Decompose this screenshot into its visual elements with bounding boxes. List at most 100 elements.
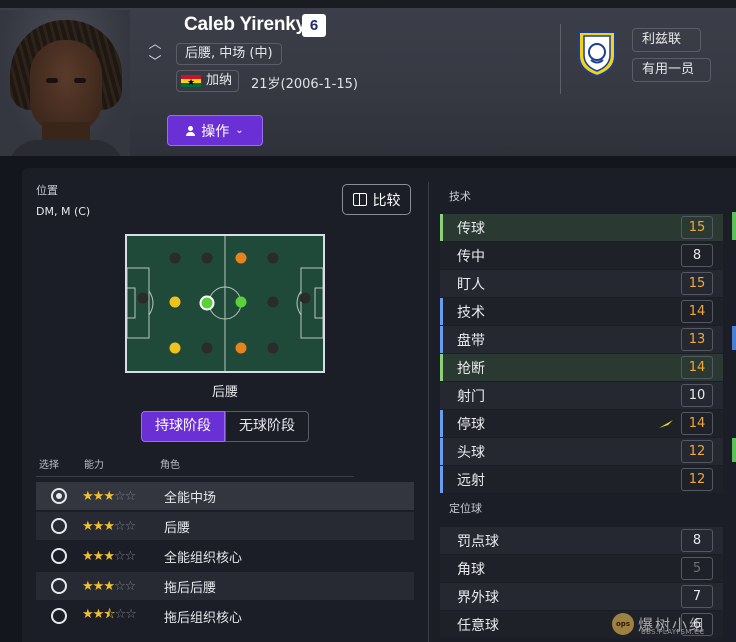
role-name: 拖后后腰 (164, 580, 217, 596)
player-nav-arrows: ︿ ﹀ (146, 36, 164, 76)
person-icon (186, 125, 196, 136)
leeds-crest-icon[interactable] (577, 30, 617, 78)
pitch-dot-amc (201, 252, 213, 264)
key-attribute-marker (440, 214, 443, 241)
attribute-name: 罚点球 (457, 533, 499, 550)
role-stars: ★★★☆☆ (82, 578, 136, 594)
attribute-name: 技术 (457, 304, 485, 321)
role-radio[interactable] (51, 578, 67, 594)
attribute-value: 15 (681, 216, 713, 239)
position-value: DM, M (C) (36, 205, 91, 218)
watermark: ops 爆树小组 BBS.PLAYFSM.CC (612, 606, 736, 642)
role-row[interactable]: ★★⯪☆☆ 拖后组织核心 (36, 602, 414, 630)
attribute-name: 盯人 (457, 276, 485, 293)
pitch-graphic (127, 236, 323, 371)
role-row[interactable]: ★★★☆☆ 拖后后腰 (36, 572, 414, 600)
role-row[interactable]: ★★★☆☆ 全能中场 (36, 482, 414, 510)
player-photo (0, 10, 130, 156)
pitch-dot-dc (201, 342, 213, 354)
attribute-row[interactable]: 头球 12 (440, 438, 723, 465)
pitch-dot-lw (169, 252, 181, 264)
pitch-dot-mc (235, 296, 247, 308)
attribute-value: 14 (681, 300, 713, 323)
attribute-row[interactable]: 射门 10 (440, 382, 723, 409)
action-button[interactable]: 操作 ⌄ (167, 115, 263, 146)
compare-button[interactable]: 比较 (342, 184, 411, 215)
attribute-row[interactable]: 角球 5 (440, 555, 723, 582)
attribute-row[interactable]: 技术 14 (440, 298, 723, 325)
nationality-chip[interactable]: 加纳 (176, 70, 240, 93)
key-attribute-marker (440, 438, 443, 465)
attribute-row[interactable]: 停球 14 (440, 410, 723, 437)
key-attribute-marker (440, 354, 443, 381)
key-attribute-marker (440, 527, 443, 554)
attribute-value: 8 (681, 244, 713, 267)
position-pitch[interactable] (125, 234, 325, 373)
key-attribute-marker (440, 583, 443, 610)
club-chip[interactable]: 利兹联 (632, 28, 701, 52)
compare-label: 比较 (372, 192, 401, 209)
trend-up-icon (659, 420, 673, 428)
attribute-name: 头球 (457, 444, 485, 461)
attribute-row[interactable]: 抢断 14 (440, 354, 723, 381)
role-row[interactable]: ★★★☆☆ 后腰 (36, 512, 414, 540)
attribute-row[interactable]: 盯人 15 (440, 270, 723, 297)
col-role: 角色 (160, 460, 180, 471)
header-divider (560, 24, 561, 94)
role-name: 后腰 (164, 520, 191, 536)
role-name: 全能中场 (164, 490, 217, 506)
action-label: 操作 (201, 123, 230, 140)
key-attribute-marker (440, 382, 443, 409)
watermark-url: BBS.PLAYFSM.CC (641, 628, 705, 636)
chevron-down-icon[interactable]: ﹀ (146, 54, 164, 72)
compare-icon (352, 193, 367, 206)
attribute-name: 传球 (457, 220, 485, 237)
role-name: 拖后组织核心 (164, 610, 243, 626)
pitch-dot-gk (137, 292, 149, 304)
attribute-name: 射门 (457, 388, 485, 405)
player-name: Caleb Yirenkyi (184, 14, 312, 35)
attribute-value: 14 (681, 412, 713, 435)
key-attribute-marker (440, 410, 443, 437)
squad-status-chip[interactable]: 有用一员 (632, 58, 711, 82)
pitch-dot-rw (267, 252, 279, 264)
chevron-up-icon[interactable]: ︿ (146, 36, 164, 54)
role-row[interactable]: ★★★☆☆ 全能组织核心 (36, 542, 414, 570)
attribute-name: 停球 (457, 416, 485, 433)
age-label: 21岁(2006-1-15) (251, 77, 358, 92)
role-radio[interactable] (51, 518, 67, 534)
position-chip[interactable]: 后腰, 中场 (中) (176, 43, 282, 65)
attribute-row[interactable]: 传中 8 (440, 242, 723, 269)
key-attribute-marker (440, 555, 443, 582)
role-radio[interactable] (51, 488, 67, 504)
tab-out-of-possession[interactable]: 无球阶段 (225, 411, 309, 442)
attribute-value: 12 (681, 440, 713, 463)
tab-in-possession[interactable]: 持球阶段 (141, 411, 225, 442)
pitch-caption: 后腰 (211, 385, 238, 400)
attribute-value: 15 (681, 272, 713, 295)
role-stars: ★★★☆☆ (82, 488, 136, 504)
key-attribute-marker (440, 270, 443, 297)
attribute-name: 界外球 (457, 589, 499, 606)
role-stars: ★★★☆☆ (82, 518, 136, 534)
pitch-dot-mr (267, 296, 279, 308)
squad-number: 6 (302, 14, 326, 37)
role-radio[interactable] (51, 548, 67, 564)
attribute-row[interactable]: 罚点球 8 (440, 527, 723, 554)
key-attribute-marker (440, 298, 443, 325)
pitch-dot-ml (169, 296, 181, 308)
panel-divider (428, 182, 429, 642)
position-label: 位置 (36, 184, 58, 197)
attribute-value: 7 (681, 585, 713, 608)
attribute-name: 远射 (457, 472, 485, 489)
pitch-dot-dr (267, 342, 279, 354)
attribute-row[interactable]: 盘带 13 (440, 326, 723, 353)
key-attribute-marker (440, 466, 443, 493)
attribute-row[interactable]: 传球 15 (440, 214, 723, 241)
watermark-badge: ops (612, 613, 634, 635)
role-radio[interactable] (51, 608, 67, 624)
key-attribute-marker (440, 242, 443, 269)
attribute-value: 12 (681, 468, 713, 491)
roles-header-rule (36, 476, 354, 477)
attribute-row[interactable]: 远射 12 (440, 466, 723, 493)
